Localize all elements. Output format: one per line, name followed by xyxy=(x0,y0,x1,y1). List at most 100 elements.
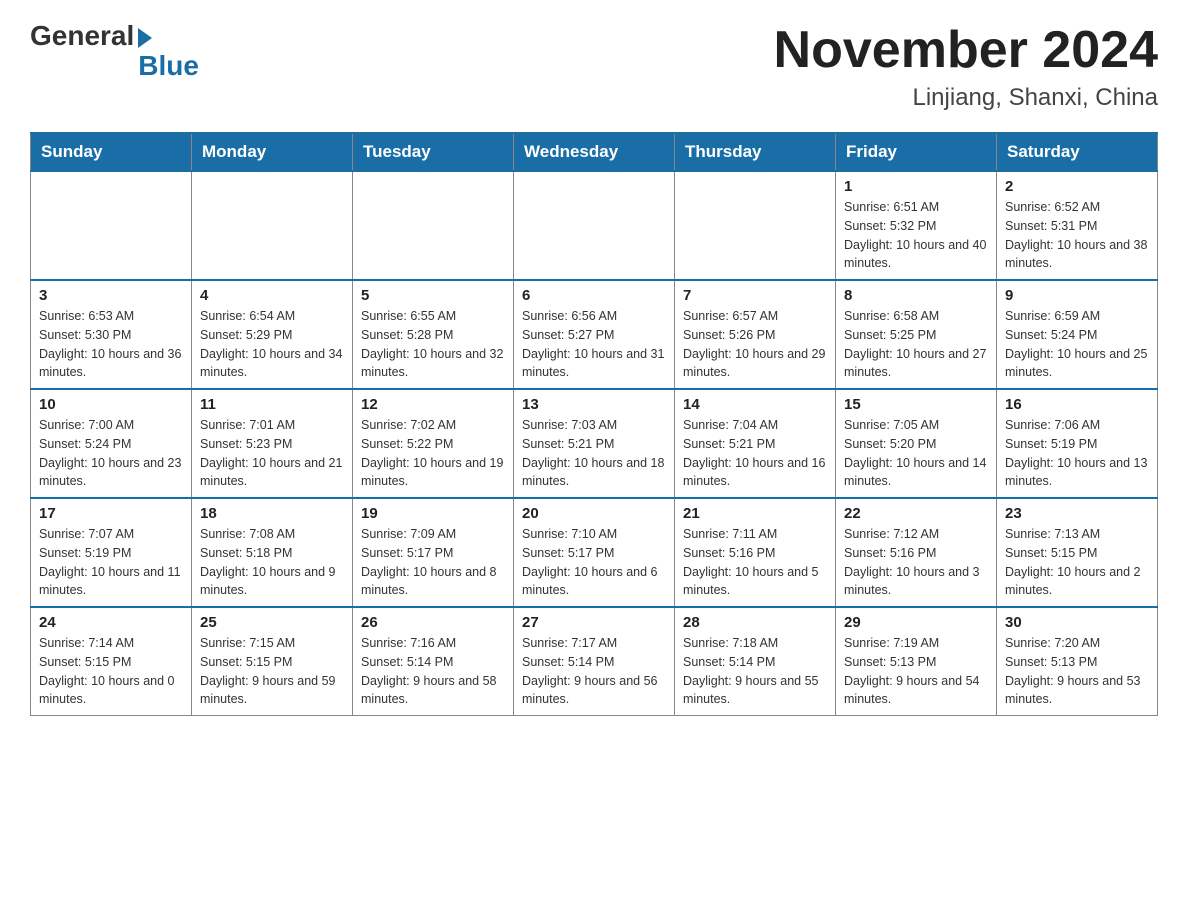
day-number: 18 xyxy=(200,505,344,522)
calendar-cell: 9 Sunrise: 6:59 AM Sunset: 5:24 PM Daylig… xyxy=(997,280,1158,389)
calendar-cell: 30Sunrise: 7:20 AM Sunset: 5:13 PM Dayli… xyxy=(997,607,1158,716)
calendar-header-sunday: Sunday xyxy=(31,133,192,171)
calendar-cell: 24 Sunrise: 7:14 AM Sunset: 5:15 PM Dayli… xyxy=(31,607,192,716)
calendar-cell: 27 Sunrise: 7:17 AM Sunset: 5:14 PM Dayli… xyxy=(514,607,675,716)
day-number: 2 xyxy=(1005,178,1149,195)
day-number: 25 xyxy=(200,614,344,631)
calendar-week-row: 3 Sunrise: 6:53 AM Sunset: 5:30 PM Daylig… xyxy=(31,280,1158,389)
day-number: 24 xyxy=(39,614,183,631)
calendar-header-tuesday: Tuesday xyxy=(353,133,514,171)
day-info: Sunrise: 6:59 AM Sunset: 5:24 PM Dayligh… xyxy=(1005,307,1149,382)
day-number: 17 xyxy=(39,505,183,522)
calendar-cell: 25 Sunrise: 7:15 AM Sunset: 5:15 PM Dayli… xyxy=(192,607,353,716)
day-info: Sunrise: 7:09 AM Sunset: 5:17 PM Dayligh… xyxy=(361,525,505,600)
day-number: 20 xyxy=(522,505,666,522)
day-info: Sunrise: 7:04 AM Sunset: 5:21 PM Dayligh… xyxy=(683,416,827,491)
calendar-table: SundayMondayTuesdayWednesdayThursdayFrid… xyxy=(30,132,1158,716)
calendar-cell xyxy=(675,171,836,280)
day-number: 15 xyxy=(844,396,988,413)
month-title: November 2024 xyxy=(774,20,1158,80)
calendar-cell: 29 Sunrise: 7:19 AM Sunset: 5:13 PM Dayli… xyxy=(836,607,997,716)
calendar-cell: 11 Sunrise: 7:01 AM Sunset: 5:23 PM Dayli… xyxy=(192,389,353,498)
day-info: Sunrise: 6:58 AM Sunset: 5:25 PM Dayligh… xyxy=(844,307,988,382)
calendar-header-thursday: Thursday xyxy=(675,133,836,171)
day-info: Sunrise: 6:53 AM Sunset: 5:30 PM Dayligh… xyxy=(39,307,183,382)
day-info: Sunrise: 7:07 AM Sunset: 5:19 PM Dayligh… xyxy=(39,525,183,600)
calendar-cell: 14Sunrise: 7:04 AM Sunset: 5:21 PM Dayli… xyxy=(675,389,836,498)
calendar-cell: 6 Sunrise: 6:56 AM Sunset: 5:27 PM Daylig… xyxy=(514,280,675,389)
calendar-cell: 1Sunrise: 6:51 AM Sunset: 5:32 PM Daylig… xyxy=(836,171,997,280)
day-number: 22 xyxy=(844,505,988,522)
day-number: 19 xyxy=(361,505,505,522)
calendar-cell xyxy=(31,171,192,280)
day-info: Sunrise: 7:18 AM Sunset: 5:14 PM Dayligh… xyxy=(683,634,827,709)
calendar-cell: 19 Sunrise: 7:09 AM Sunset: 5:17 PM Dayli… xyxy=(353,498,514,607)
day-info: Sunrise: 7:17 AM Sunset: 5:14 PM Dayligh… xyxy=(522,634,666,709)
day-info: Sunrise: 6:55 AM Sunset: 5:28 PM Dayligh… xyxy=(361,307,505,382)
calendar-cell: 8 Sunrise: 6:58 AM Sunset: 5:25 PM Daylig… xyxy=(836,280,997,389)
day-info: Sunrise: 7:11 AM Sunset: 5:16 PM Dayligh… xyxy=(683,525,827,600)
day-number: 12 xyxy=(361,396,505,413)
day-info: Sunrise: 7:16 AM Sunset: 5:14 PM Dayligh… xyxy=(361,634,505,709)
title-block: November 2024 Linjiang, Shanxi, China xyxy=(774,20,1158,112)
day-info: Sunrise: 7:08 AM Sunset: 5:18 PM Dayligh… xyxy=(200,525,344,600)
day-info: Sunrise: 6:56 AM Sunset: 5:27 PM Dayligh… xyxy=(522,307,666,382)
day-number: 21 xyxy=(683,505,827,522)
day-info: Sunrise: 7:02 AM Sunset: 5:22 PM Dayligh… xyxy=(361,416,505,491)
calendar-week-row: 1Sunrise: 6:51 AM Sunset: 5:32 PM Daylig… xyxy=(31,171,1158,280)
calendar-cell: 22 Sunrise: 7:12 AM Sunset: 5:16 PM Dayli… xyxy=(836,498,997,607)
calendar-cell: 18 Sunrise: 7:08 AM Sunset: 5:18 PM Dayli… xyxy=(192,498,353,607)
location-title: Linjiang, Shanxi, China xyxy=(774,84,1158,112)
logo-blue-text: Blue xyxy=(138,50,199,82)
day-number: 6 xyxy=(522,287,666,304)
day-number: 5 xyxy=(361,287,505,304)
day-number: 8 xyxy=(844,287,988,304)
day-info: Sunrise: 7:10 AM Sunset: 5:17 PM Dayligh… xyxy=(522,525,666,600)
day-info: Sunrise: 7:01 AM Sunset: 5:23 PM Dayligh… xyxy=(200,416,344,491)
day-number: 23 xyxy=(1005,505,1149,522)
calendar-week-row: 24 Sunrise: 7:14 AM Sunset: 5:15 PM Dayli… xyxy=(31,607,1158,716)
calendar-cell: 7Sunrise: 6:57 AM Sunset: 5:26 PM Daylig… xyxy=(675,280,836,389)
day-number: 29 xyxy=(844,614,988,631)
calendar-cell xyxy=(514,171,675,280)
calendar-cell: 26Sunrise: 7:16 AM Sunset: 5:14 PM Dayli… xyxy=(353,607,514,716)
calendar-cell: 17 Sunrise: 7:07 AM Sunset: 5:19 PM Dayli… xyxy=(31,498,192,607)
day-number: 9 xyxy=(1005,287,1149,304)
calendar-cell: 4 Sunrise: 6:54 AM Sunset: 5:29 PM Daylig… xyxy=(192,280,353,389)
day-number: 4 xyxy=(200,287,344,304)
day-number: 3 xyxy=(39,287,183,304)
day-info: Sunrise: 7:15 AM Sunset: 5:15 PM Dayligh… xyxy=(200,634,344,709)
page-header: General General Blue November 2024 Linji… xyxy=(30,20,1158,112)
logo-arrow-icon xyxy=(138,28,152,48)
calendar-cell xyxy=(192,171,353,280)
logo-general-text: General xyxy=(30,20,134,52)
day-number: 16 xyxy=(1005,396,1149,413)
day-number: 13 xyxy=(522,396,666,413)
calendar-cell: 10Sunrise: 7:00 AM Sunset: 5:24 PM Dayli… xyxy=(31,389,192,498)
day-number: 10 xyxy=(39,396,183,413)
day-info: Sunrise: 6:57 AM Sunset: 5:26 PM Dayligh… xyxy=(683,307,827,382)
calendar-cell: 20 Sunrise: 7:10 AM Sunset: 5:17 PM Dayli… xyxy=(514,498,675,607)
calendar-cell: 28 Sunrise: 7:18 AM Sunset: 5:14 PM Dayli… xyxy=(675,607,836,716)
calendar-cell xyxy=(353,171,514,280)
calendar-week-row: 10Sunrise: 7:00 AM Sunset: 5:24 PM Dayli… xyxy=(31,389,1158,498)
calendar-cell: 15 Sunrise: 7:05 AM Sunset: 5:20 PM Dayli… xyxy=(836,389,997,498)
calendar-week-row: 17 Sunrise: 7:07 AM Sunset: 5:19 PM Dayli… xyxy=(31,498,1158,607)
calendar-header-saturday: Saturday xyxy=(997,133,1158,171)
day-number: 11 xyxy=(200,396,344,413)
day-number: 28 xyxy=(683,614,827,631)
calendar-header-wednesday: Wednesday xyxy=(514,133,675,171)
calendar-cell: 3 Sunrise: 6:53 AM Sunset: 5:30 PM Daylig… xyxy=(31,280,192,389)
calendar-cell: 16 Sunrise: 7:06 AM Sunset: 5:19 PM Dayli… xyxy=(997,389,1158,498)
day-info: Sunrise: 7:20 AM Sunset: 5:13 PM Dayligh… xyxy=(1005,634,1149,709)
calendar-header-row: SundayMondayTuesdayWednesdayThursdayFrid… xyxy=(31,133,1158,171)
day-info: Sunrise: 7:12 AM Sunset: 5:16 PM Dayligh… xyxy=(844,525,988,600)
day-info: Sunrise: 6:54 AM Sunset: 5:29 PM Dayligh… xyxy=(200,307,344,382)
day-info: Sunrise: 7:05 AM Sunset: 5:20 PM Dayligh… xyxy=(844,416,988,491)
day-number: 27 xyxy=(522,614,666,631)
day-number: 1 xyxy=(844,178,988,195)
day-info: Sunrise: 7:03 AM Sunset: 5:21 PM Dayligh… xyxy=(522,416,666,491)
day-info: Sunrise: 7:06 AM Sunset: 5:19 PM Dayligh… xyxy=(1005,416,1149,491)
day-info: Sunrise: 7:19 AM Sunset: 5:13 PM Dayligh… xyxy=(844,634,988,709)
day-info: Sunrise: 7:14 AM Sunset: 5:15 PM Dayligh… xyxy=(39,634,183,709)
